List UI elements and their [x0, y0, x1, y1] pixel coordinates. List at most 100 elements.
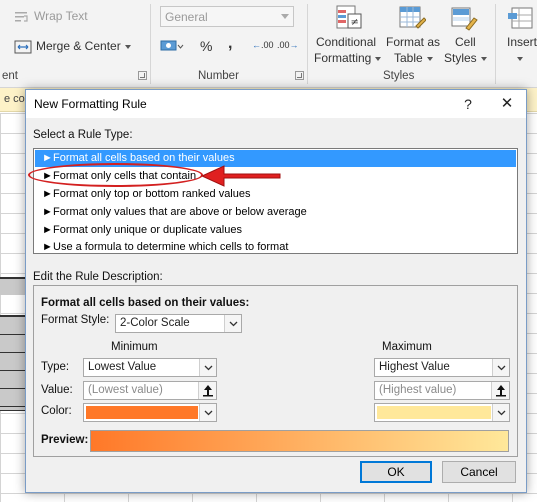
- accounting-format-button[interactable]: [160, 38, 184, 54]
- insert-button[interactable]: Insert: [500, 2, 537, 66]
- format-style-label: Format Style:: [41, 314, 110, 326]
- cell-styles-label-1: Cell: [455, 35, 476, 49]
- svg-text:≠: ≠: [351, 17, 359, 28]
- comma-button[interactable]: ,: [228, 35, 232, 53]
- collapse-dialog-icon: [203, 385, 213, 397]
- merge-center-icon: [14, 40, 32, 54]
- alignment-launcher-icon[interactable]: [138, 71, 147, 80]
- range-select-button[interactable]: [491, 382, 509, 399]
- color-label: Color:: [41, 405, 72, 417]
- right-arrow-icon: →: [289, 40, 299, 50]
- close-button[interactable]: ✕: [494, 93, 520, 115]
- number-format-value: General: [165, 10, 208, 24]
- cell-styles-label-2: Styles: [444, 51, 487, 65]
- conditional-formatting-button[interactable]: ≠ Conditional Formatting: [313, 2, 382, 66]
- chevron-down-icon: [281, 14, 289, 19]
- bullet-arrow-icon: ►: [42, 152, 53, 164]
- chevron-down-icon: [480, 56, 487, 61]
- description-heading: Format all cells based on their values:: [41, 297, 250, 309]
- wrap-text-icon: [15, 11, 28, 22]
- range-select-button[interactable]: [198, 382, 216, 399]
- minimum-type-dropdown[interactable]: Lowest Value: [83, 358, 217, 377]
- format-style-value: 2-Color Scale: [120, 317, 190, 329]
- maximum-header: Maximum: [382, 341, 432, 353]
- group-alignment-label: ent: [2, 70, 18, 82]
- percent-button[interactable]: %: [200, 38, 212, 54]
- maximum-type-dropdown[interactable]: Highest Value: [374, 358, 510, 377]
- wrap-text-button[interactable]: Wrap Text: [14, 9, 88, 24]
- type-label: Type:: [41, 361, 70, 373]
- number-format-dropdown[interactable]: General: [160, 6, 294, 27]
- chevron-down-icon: [199, 359, 216, 376]
- sheet-table-fragment: [0, 315, 26, 411]
- ribbon-separator: [150, 4, 151, 84]
- maximum-value-input[interactable]: (Highest value): [374, 381, 510, 400]
- group-number-label: Number: [198, 70, 239, 82]
- rule-type-item[interactable]: ►Use a formula to determine which cells …: [35, 239, 516, 256]
- rule-description-panel: Format all cells based on their values: …: [33, 285, 518, 457]
- preview-label: Preview:: [41, 434, 89, 446]
- maximum-color-swatch: [377, 406, 491, 419]
- accounting-icon: [160, 40, 184, 51]
- chevron-down-icon: [199, 404, 216, 421]
- format-as-table-icon: [399, 6, 426, 29]
- conditional-formatting-label-1: Conditional: [316, 35, 377, 49]
- increase-decimal-button[interactable]: ←.00: [252, 40, 274, 50]
- bullet-arrow-icon: ►: [42, 241, 53, 253]
- maximum-color-picker[interactable]: [374, 403, 510, 422]
- merge-center-label: Merge & Center: [36, 39, 121, 53]
- ribbon-separator: [307, 4, 308, 84]
- annotation-oval: [28, 163, 203, 187]
- chevron-down-icon: [492, 359, 509, 376]
- insert-label: Insert: [507, 35, 537, 49]
- number-launcher-icon[interactable]: [295, 71, 304, 80]
- bullet-arrow-icon: ►: [42, 188, 53, 200]
- merge-center-button[interactable]: Merge & Center: [14, 39, 131, 54]
- chevron-down-icon: [224, 315, 241, 332]
- dialog-titlebar: New Formatting Rule ? ✕: [26, 90, 526, 118]
- edit-rule-description-label: Edit the Rule Description:: [33, 271, 163, 283]
- chevron-down-icon: [517, 56, 523, 61]
- bullet-arrow-icon: ►: [42, 224, 53, 236]
- decrease-decimal-label: .00: [277, 40, 290, 50]
- chevron-down-icon: [124, 44, 131, 49]
- dialog-title: New Formatting Rule: [34, 97, 147, 111]
- ok-button[interactable]: OK: [360, 461, 432, 483]
- minimum-color-swatch: [86, 406, 198, 419]
- decrease-decimal-button[interactable]: .00→: [277, 40, 299, 50]
- minimum-header: Minimum: [111, 341, 158, 353]
- rule-type-item[interactable]: ►Format only unique or duplicate values: [35, 222, 516, 239]
- value-label: Value:: [41, 384, 73, 396]
- minimum-value-input[interactable]: (Lowest value): [83, 381, 217, 400]
- cell-styles-button[interactable]: Cell Styles: [442, 2, 487, 66]
- new-formatting-rule-dialog: New Formatting Rule ? ✕ Select a Rule Ty…: [25, 89, 527, 493]
- maximum-type-value: Highest Value: [379, 361, 450, 373]
- increase-decimal-label: .00: [261, 40, 274, 50]
- chevron-down-icon: [426, 56, 433, 61]
- color-scale-preview: [90, 430, 509, 452]
- annotation-arrow-icon: [200, 165, 281, 187]
- format-style-dropdown[interactable]: 2-Color Scale: [115, 314, 242, 333]
- cancel-button[interactable]: Cancel: [442, 461, 516, 483]
- left-arrow-icon: ←: [252, 40, 261, 50]
- cell-styles-icon: [451, 7, 478, 31]
- wrap-text-label: Wrap Text: [34, 9, 88, 23]
- select-rule-type-label: Select a Rule Type:: [33, 129, 133, 141]
- format-as-table-label-2: Table: [394, 51, 433, 65]
- conditional-formatting-label-2: Formatting: [314, 51, 382, 65]
- help-button[interactable]: ?: [456, 93, 480, 115]
- ribbon: Wrap Text Merge & Center ent General % ,…: [0, 0, 537, 88]
- format-as-table-button[interactable]: Format as Table: [384, 2, 442, 66]
- ribbon-separator: [495, 4, 496, 84]
- minimum-color-picker[interactable]: [83, 403, 217, 422]
- collapse-dialog-icon: [496, 385, 506, 397]
- sheet-table-fragment: [0, 277, 26, 295]
- minimum-type-value: Lowest Value: [88, 361, 157, 373]
- chevron-down-icon: [492, 404, 509, 421]
- rule-type-item[interactable]: ►Format only values that are above or be…: [35, 204, 516, 221]
- chevron-down-icon: [375, 56, 382, 61]
- conditional-formatting-icon: ≠: [336, 5, 362, 29]
- maximum-value-placeholder: (Highest value): [379, 384, 457, 396]
- format-as-table-label-1: Format as: [386, 35, 441, 49]
- bullet-arrow-icon: ►: [42, 206, 53, 218]
